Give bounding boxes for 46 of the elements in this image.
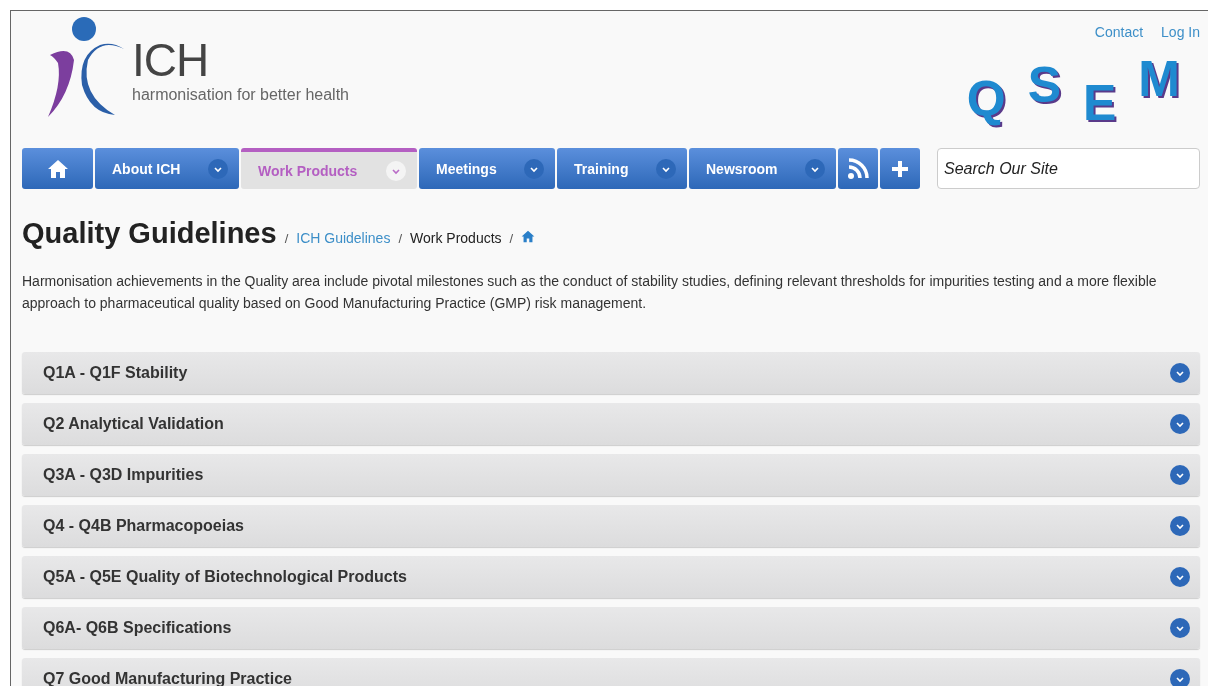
logo-name: ICH	[132, 37, 210, 83]
more-button[interactable]	[880, 148, 920, 189]
accordion-header[interactable]: Q4 - Q4B Pharmacopoeias	[22, 505, 1200, 547]
chevron-icon	[1170, 363, 1190, 383]
header-link[interactable]: Contact	[1094, 24, 1144, 40]
chevron-icon	[1170, 669, 1190, 686]
breadcrumb-separator: /	[509, 231, 514, 246]
rss-icon	[847, 157, 869, 180]
page-title: Quality Guidelines	[22, 217, 277, 250]
accordion-header[interactable]: Q5A - Q5E Quality of Biotechnological Products	[22, 556, 1200, 598]
chevron-icon	[1170, 567, 1190, 587]
dropdown-icon	[386, 160, 406, 181]
dropdown-icon	[524, 158, 544, 179]
chevron-icon	[1170, 414, 1190, 434]
home-icon[interactable]	[521, 230, 536, 243]
accordion-header[interactable]: Q1A - Q1F Stability	[22, 352, 1200, 394]
chevron-icon	[1170, 516, 1190, 536]
header-link[interactable]: Log In	[1161, 24, 1200, 40]
accordion-header[interactable]: Q2 Analytical Validation	[22, 403, 1200, 445]
chevron-icon	[1170, 465, 1190, 485]
banner-letter: S	[1027, 60, 1061, 110]
dropdown-icon	[208, 158, 228, 179]
home-button[interactable]	[22, 148, 93, 189]
accordion-header[interactable]: Q6A- Q6B Specifications	[22, 607, 1200, 649]
breadcrumb-item: Work Products	[410, 230, 502, 246]
banner-letter: M	[1138, 54, 1180, 104]
intro-paragraph: Harmonisation achievements in the Quality area include pivotal milestones such as the conduct of stability studies, defining relevant thresholds for impurities testing and a more flexible approach to pharmaceutical quality based on Good Manufacturing Practice (GMP) risk management.	[22, 272, 1158, 313]
banner-letter: Q	[966, 74, 1006, 124]
breadcrumb-link[interactable]: ICH Guidelines	[296, 230, 391, 246]
dropdown-icon	[805, 158, 825, 179]
breadcrumb-separator: /	[284, 231, 289, 246]
nav-tab[interactable]: About ICH	[95, 148, 239, 189]
breadcrumb-separator: /	[398, 231, 403, 246]
plus-icon	[891, 159, 909, 178]
home-icon	[46, 158, 69, 179]
logo-tagline: harmonisation for better health	[132, 86, 349, 104]
nav-tab[interactable]: Training	[557, 148, 687, 189]
rss-button[interactable]	[838, 148, 878, 189]
banner-letter: E	[1083, 78, 1117, 128]
dropdown-icon	[656, 158, 676, 179]
chevron-icon	[1170, 618, 1190, 638]
nav-tab[interactable]: Newsroom	[689, 148, 836, 189]
nav-tab[interactable]: Meetings	[419, 148, 555, 189]
nav-tab[interactable]: Work Products	[241, 148, 417, 189]
accordion-header[interactable]: Q3A - Q3D Impurities	[22, 454, 1200, 496]
search-field[interactable]: Search Our Site	[937, 148, 1200, 189]
